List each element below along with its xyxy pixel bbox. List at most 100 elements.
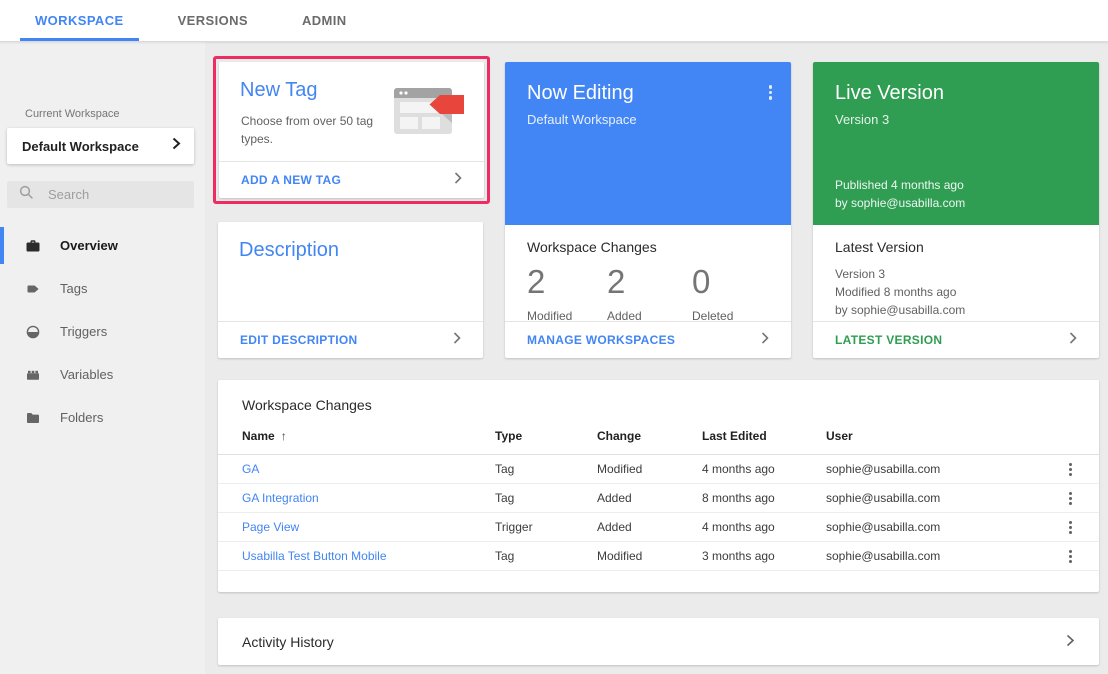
published-by: by sophie@usabilla.com bbox=[835, 194, 965, 212]
row-change: Modified bbox=[597, 462, 702, 476]
latest-version-footer[interactable]: LATEST VERSION bbox=[813, 321, 1099, 358]
column-header-type[interactable]: Type bbox=[495, 429, 597, 443]
sidebar-item-triggers[interactable]: Triggers bbox=[0, 310, 205, 353]
tag-icon bbox=[25, 281, 41, 297]
more-options-icon[interactable] bbox=[766, 82, 776, 103]
variable-icon bbox=[25, 367, 41, 383]
tab-versions[interactable]: VERSIONS bbox=[151, 0, 275, 41]
description-title: Description bbox=[239, 239, 339, 262]
row-last-edited: 4 months ago bbox=[702, 462, 826, 476]
search-input[interactable] bbox=[48, 187, 224, 202]
current-workspace-label: Current Workspace bbox=[25, 108, 120, 120]
chevron-right-icon bbox=[1069, 331, 1077, 349]
activity-history-label: Activity History bbox=[242, 634, 334, 650]
live-version-title: Live Version bbox=[835, 82, 1077, 105]
tab-workspace[interactable]: WORKSPACE bbox=[8, 0, 151, 41]
stat-added: 2 Added bbox=[607, 263, 692, 323]
latest-version-info: Version 3 Modified 8 months ago by sophi… bbox=[835, 265, 965, 319]
column-header-name[interactable]: Name ↑ bbox=[242, 429, 495, 443]
workspace-selector-name: Default Workspace bbox=[22, 139, 139, 154]
tab-admin-label: ADMIN bbox=[302, 13, 347, 28]
row-change: Added bbox=[597, 520, 702, 534]
stat-modified: 2 Modified bbox=[527, 263, 607, 323]
row-user: sophie@usabilla.com bbox=[826, 549, 1057, 563]
row-name-link[interactable]: GA bbox=[242, 462, 495, 476]
workspace-changes-table-card: Workspace Changes Name ↑ Type Change Last… bbox=[218, 380, 1099, 592]
gtm-workspace-screen: WORKSPACE VERSIONS ADMIN Current Workspa… bbox=[0, 0, 1108, 674]
overview-icon bbox=[25, 238, 41, 254]
row-last-edited: 8 months ago bbox=[702, 491, 826, 505]
top-navigation: WORKSPACE VERSIONS ADMIN bbox=[0, 0, 1108, 42]
published-line: Published 4 months ago bbox=[835, 176, 965, 194]
stat-modified-value: 2 bbox=[527, 263, 607, 301]
chevron-right-icon bbox=[1066, 634, 1075, 650]
tab-versions-label: VERSIONS bbox=[178, 13, 248, 28]
column-header-change[interactable]: Change bbox=[597, 429, 702, 443]
sidebar-item-variables[interactable]: Variables bbox=[0, 353, 205, 396]
sidebar-item-folders[interactable]: Folders bbox=[0, 396, 205, 439]
table-row: GA Tag Modified 4 months ago sophie@usab… bbox=[218, 455, 1099, 484]
sidebar-nav: Overview Tags Triggers Variables bbox=[0, 224, 205, 439]
now-editing-title: Now Editing bbox=[527, 82, 769, 105]
row-change: Added bbox=[597, 491, 702, 505]
stat-deleted-value: 0 bbox=[692, 263, 733, 301]
row-more-options-icon[interactable] bbox=[1066, 547, 1075, 566]
new-tag-description: Choose from over 50 tag types. bbox=[241, 112, 391, 148]
latest-version-number: Version 3 bbox=[835, 265, 965, 283]
row-type: Tag bbox=[495, 491, 597, 505]
sidebar-item-overview[interactable]: Overview bbox=[0, 224, 205, 267]
table-row: Page View Trigger Added 4 months ago sop… bbox=[218, 513, 1099, 542]
row-name-link[interactable]: Usabilla Test Button Mobile bbox=[242, 549, 495, 563]
column-header-name-label: Name bbox=[242, 429, 275, 443]
stat-deleted: 0 Deleted bbox=[692, 263, 733, 323]
now-editing-header: Now Editing Default Workspace bbox=[505, 62, 791, 225]
row-user: sophie@usabilla.com bbox=[826, 491, 1057, 505]
manage-workspaces-footer[interactable]: MANAGE WORKSPACES bbox=[505, 321, 791, 358]
row-more-options-icon[interactable] bbox=[1066, 518, 1075, 537]
column-header-last-edited[interactable]: Last Edited bbox=[702, 429, 826, 443]
table-row: GA Integration Tag Added 8 months ago so… bbox=[218, 484, 1099, 513]
description-card: Description EDIT DESCRIPTION bbox=[218, 222, 483, 358]
edit-description-button[interactable]: EDIT DESCRIPTION bbox=[240, 333, 357, 347]
trigger-icon bbox=[25, 324, 41, 340]
search-icon bbox=[19, 185, 34, 205]
live-version-card: Live Version Version 3 Published 4 month… bbox=[813, 62, 1099, 358]
row-type: Trigger bbox=[495, 520, 597, 534]
column-header-user[interactable]: User bbox=[826, 429, 1057, 443]
manage-workspaces-button[interactable]: MANAGE WORKSPACES bbox=[527, 333, 675, 347]
row-more-options-icon[interactable] bbox=[1066, 489, 1075, 508]
add-new-tag-button[interactable]: ADD A NEW TAG bbox=[241, 173, 341, 187]
sidebar-item-tags-label: Tags bbox=[60, 281, 87, 296]
now-editing-card: Now Editing Default Workspace Workspace … bbox=[505, 62, 791, 358]
activity-history-card[interactable]: Activity History bbox=[218, 618, 1099, 665]
latest-version-heading: Latest Version bbox=[835, 239, 924, 255]
workspace-changes-stats: 2 Modified 2 Added 0 Deleted bbox=[527, 263, 733, 323]
chevron-right-icon bbox=[172, 137, 181, 155]
published-info: Published 4 months ago by sophie@usabill… bbox=[835, 176, 965, 212]
latest-version-button[interactable]: LATEST VERSION bbox=[835, 333, 942, 347]
chevron-right-icon bbox=[454, 171, 462, 189]
row-name-link[interactable]: Page View bbox=[242, 520, 495, 534]
row-last-edited: 3 months ago bbox=[702, 549, 826, 563]
row-more-options-icon[interactable] bbox=[1066, 460, 1075, 479]
table-title: Workspace Changes bbox=[218, 380, 1099, 413]
edit-description-footer[interactable]: EDIT DESCRIPTION bbox=[218, 321, 483, 358]
row-user: sophie@usabilla.com bbox=[826, 462, 1057, 476]
sidebar-item-tags[interactable]: Tags bbox=[0, 267, 205, 310]
add-new-tag-footer[interactable]: ADD A NEW TAG bbox=[219, 161, 484, 198]
now-editing-subtitle: Default Workspace bbox=[527, 112, 769, 127]
folder-icon bbox=[25, 410, 41, 426]
sidebar-item-folders-label: Folders bbox=[60, 410, 103, 425]
new-tag-card: New Tag Choose from over 50 tag types. A… bbox=[219, 62, 484, 198]
search-box[interactable] bbox=[7, 181, 194, 208]
table-header-row: Name ↑ Type Change Last Edited User bbox=[218, 418, 1099, 455]
sort-ascending-icon: ↑ bbox=[281, 429, 287, 443]
chevron-right-icon bbox=[453, 331, 461, 349]
latest-version-by: by sophie@usabilla.com bbox=[835, 301, 965, 319]
live-version-subtitle: Version 3 bbox=[835, 112, 1077, 127]
row-user: sophie@usabilla.com bbox=[826, 520, 1057, 534]
workspace-selector[interactable]: Default Workspace bbox=[7, 128, 194, 164]
row-name-link[interactable]: GA Integration bbox=[242, 491, 495, 505]
sidebar-item-overview-label: Overview bbox=[60, 238, 118, 253]
tab-admin[interactable]: ADMIN bbox=[275, 0, 374, 41]
